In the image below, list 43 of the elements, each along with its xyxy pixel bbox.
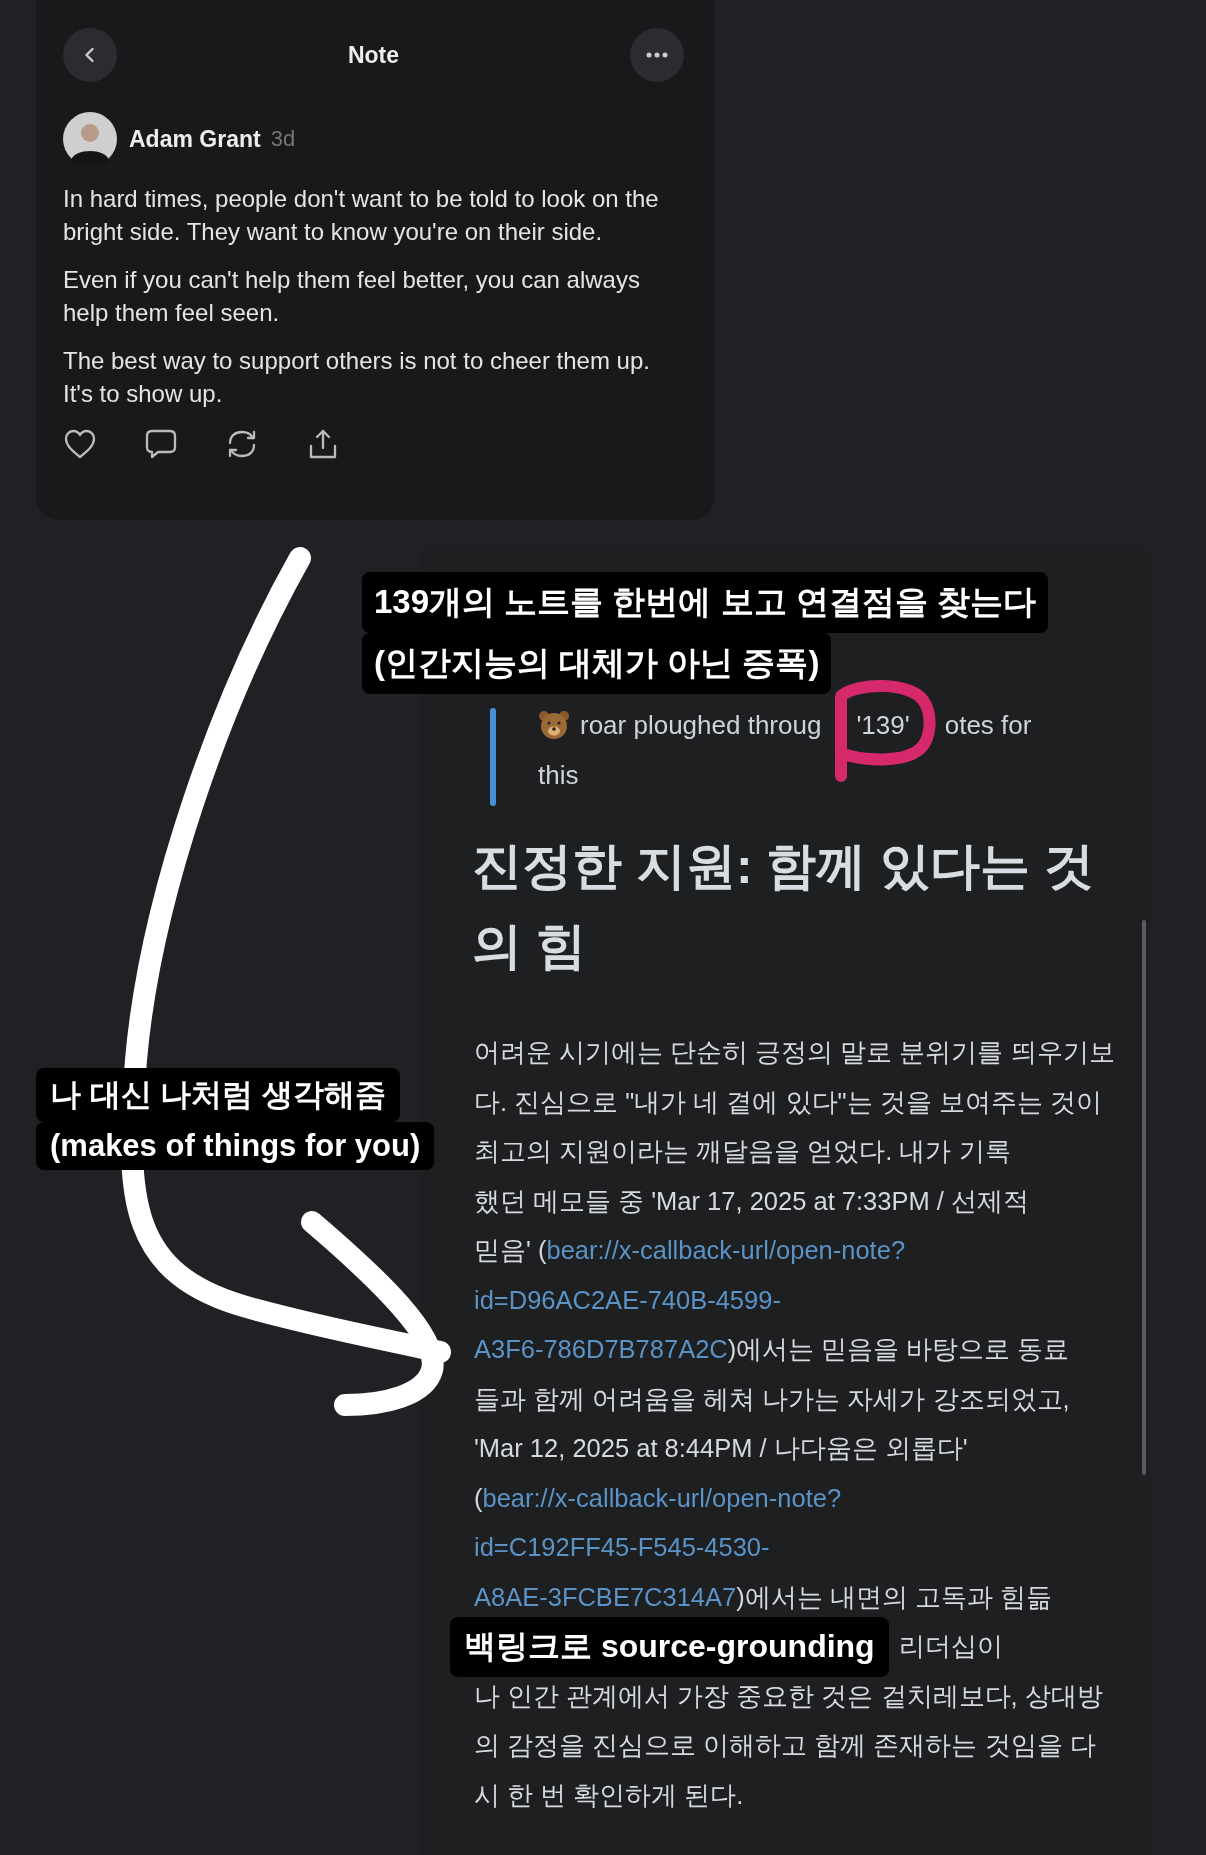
more-icon[interactable] — [646, 52, 668, 58]
body-text: 들과 함께 어려움을 헤쳐 나가는 자세가 강조되었고, — [474, 1383, 1070, 1415]
body-text: 리더십이 — [898, 1631, 1003, 1663]
quote-text: otes for — [944, 709, 1032, 741]
body-text: 최고의 지원이라는 깨달음을 얻었다. 내가 기록 — [474, 1136, 1011, 1168]
body-text: 믿음' ( — [474, 1235, 547, 1267]
body-text: )에서는 내면의 고독과 힘듦 — [736, 1581, 1052, 1613]
scrollbar[interactable] — [1142, 920, 1146, 1475]
highlighted-count: '139' — [856, 710, 910, 740]
screen-title: Note — [347, 41, 400, 69]
note-link[interactable]: bear://x-callback-url/open-note? — [546, 1236, 906, 1266]
annotation-label: 139개의 노트를 한번에 보고 연결점을 찾는다 — [362, 572, 1048, 633]
post-paragraph: The best way to support others is not to cheer them up. It's to show up. — [63, 346, 651, 409]
avatar[interactable] — [63, 112, 117, 166]
body-text: 시 한 번 확인하게 된다. — [474, 1779, 744, 1811]
annotation-label: 나 대신 나처럼 생각해줌 — [36, 1068, 400, 1122]
heart-icon[interactable] — [63, 428, 97, 460]
note-heading: 의 힘 — [472, 917, 586, 976]
quote-text: this — [538, 759, 579, 791]
bear-icon — [538, 710, 570, 740]
note-heading: 진정한 지원: 함께 있다는 것 — [472, 837, 1095, 896]
note-link[interactable]: id=C192FF45-F545-4530- — [474, 1533, 770, 1563]
quote-text: roar ploughed throug — [580, 709, 822, 741]
note-link[interactable]: bear://x-callback-url/open-note? — [482, 1483, 842, 1513]
body-text: ( — [474, 1483, 483, 1513]
post-paragraph: Even if you can't help them feel better, you can always help them feel seen. — [63, 265, 641, 328]
author-name[interactable]: Adam Grant — [129, 125, 261, 153]
body-text: )에서는 믿음을 바탕으로 동료 — [727, 1334, 1070, 1366]
body-text: 다. 진심으로 "내가 네 곁에 있다"는 것을 보여주는 것이 — [474, 1086, 1102, 1118]
note-link[interactable]: id=D96AC2AE-740B-4599- — [474, 1285, 781, 1315]
annotation-label: 백링크로 source-grounding — [450, 1616, 889, 1677]
body-text: 어려운 시기에는 단순히 긍정의 말로 분위기를 띄우기보 — [474, 1037, 1115, 1069]
body-text: 나 인간 관계에서 가장 중요한 것은 겉치레보다, 상대방 — [474, 1680, 1103, 1712]
body-text: 의 감정을 진심으로 이해하고 함께 존재하는 것임을 다 — [474, 1730, 1096, 1762]
body-text: 'Mar 12, 2025 at 8:44PM / 나다움은 외롭다' — [474, 1433, 968, 1465]
note-link[interactable]: A3F6-786D7B787A2C — [474, 1335, 728, 1365]
annotation-label: (인간지능의 대체가 아닌 증폭) — [362, 633, 832, 694]
annotation-label: (makes of things for you) — [36, 1122, 435, 1170]
body-text: 했던 메모들 중 'Mar 17, 2025 at 7:33PM / 선제적 — [474, 1185, 1029, 1217]
note-link[interactable]: A8AE-3FCBE7C314A7 — [474, 1582, 737, 1612]
comment-icon[interactable] — [144, 428, 178, 460]
post-time: 3d — [270, 126, 296, 152]
post-paragraph: In hard times, people don't want to be told to look on the bright side. They want to know you're on their side. — [63, 184, 660, 247]
